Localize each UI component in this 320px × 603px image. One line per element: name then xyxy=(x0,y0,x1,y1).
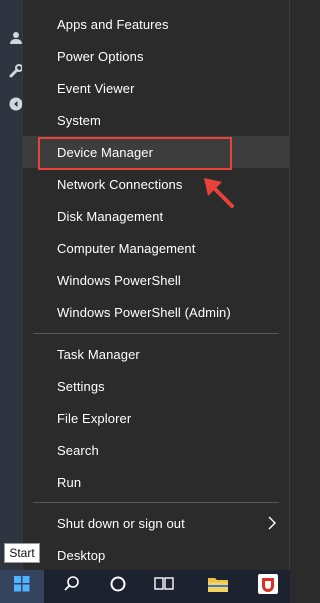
search-button[interactable] xyxy=(50,570,94,603)
menu-item-shut-down-or-sign-out[interactable]: Shut down or sign out xyxy=(23,507,289,539)
highlight-box-annotation xyxy=(38,137,232,170)
file-explorer-button[interactable] xyxy=(196,570,240,603)
app-icon xyxy=(256,572,280,601)
cortana-circle-icon xyxy=(109,575,127,598)
menu-item-file-explorer[interactable]: File Explorer xyxy=(23,402,289,434)
red-arrow-icon xyxy=(200,176,244,216)
windows-logo-icon xyxy=(14,576,30,597)
menu-item-run[interactable]: Run xyxy=(23,466,289,498)
menu-item-label: Computer Management xyxy=(57,240,196,256)
menu-item-event-viewer[interactable]: Event Viewer xyxy=(23,72,289,104)
menu-item-label: Shut down or sign out xyxy=(57,515,185,531)
menu-item-label: Settings xyxy=(57,378,105,394)
menu-item-label: Windows PowerShell xyxy=(57,272,181,288)
menu-item-label: Disk Management xyxy=(57,208,164,224)
menu-item-settings[interactable]: Settings xyxy=(23,370,289,402)
menu-item-power-options[interactable]: Power Options xyxy=(23,40,289,72)
taskbar xyxy=(0,570,290,603)
pinned-app-button[interactable] xyxy=(246,570,290,603)
search-icon xyxy=(63,575,81,598)
menu-item-computer-management[interactable]: Computer Management xyxy=(23,232,289,264)
start-button[interactable] xyxy=(0,570,44,603)
file-explorer-icon xyxy=(207,575,229,598)
menu-item-network-connections[interactable]: Network Connections xyxy=(23,168,289,200)
menu-item-task-manager[interactable]: Task Manager xyxy=(23,338,289,370)
menu-item-windows-powershell-admin[interactable]: Windows PowerShell (Admin) xyxy=(23,296,289,328)
start-tooltip: Start xyxy=(4,543,40,563)
task-view-icon xyxy=(154,576,174,597)
menu-item-label: Run xyxy=(57,474,82,490)
menu-item-apps-and-features[interactable]: Apps and Features xyxy=(23,8,289,40)
menu-item-label: Power Options xyxy=(57,48,144,64)
menu-item-disk-management[interactable]: Disk Management xyxy=(23,200,289,232)
cortana-button[interactable] xyxy=(96,570,140,603)
menu-item-label: System xyxy=(57,112,101,128)
menu-item-label: Event Viewer xyxy=(57,80,135,96)
menu-item-label: File Explorer xyxy=(57,410,132,426)
power-user-menu: Apps and Features Power Options Event Vi… xyxy=(22,0,290,570)
menu-item-label: Apps and Features xyxy=(57,16,169,32)
menu-item-label: Desktop xyxy=(57,547,106,563)
menu-item-desktop[interactable]: Desktop xyxy=(23,539,289,571)
task-view-button[interactable] xyxy=(142,570,186,603)
menu-item-label: Network Connections xyxy=(57,176,183,192)
menu-item-label: Search xyxy=(57,442,99,458)
menu-separator xyxy=(33,502,279,503)
chevron-right-icon xyxy=(267,516,277,530)
menu-item-label: Windows PowerShell (Admin) xyxy=(57,304,231,320)
menu-item-search[interactable]: Search xyxy=(23,434,289,466)
menu-item-windows-powershell[interactable]: Windows PowerShell xyxy=(23,264,289,296)
menu-item-label: Task Manager xyxy=(57,346,140,362)
menu-item-system[interactable]: System xyxy=(23,104,289,136)
menu-separator xyxy=(33,333,279,334)
